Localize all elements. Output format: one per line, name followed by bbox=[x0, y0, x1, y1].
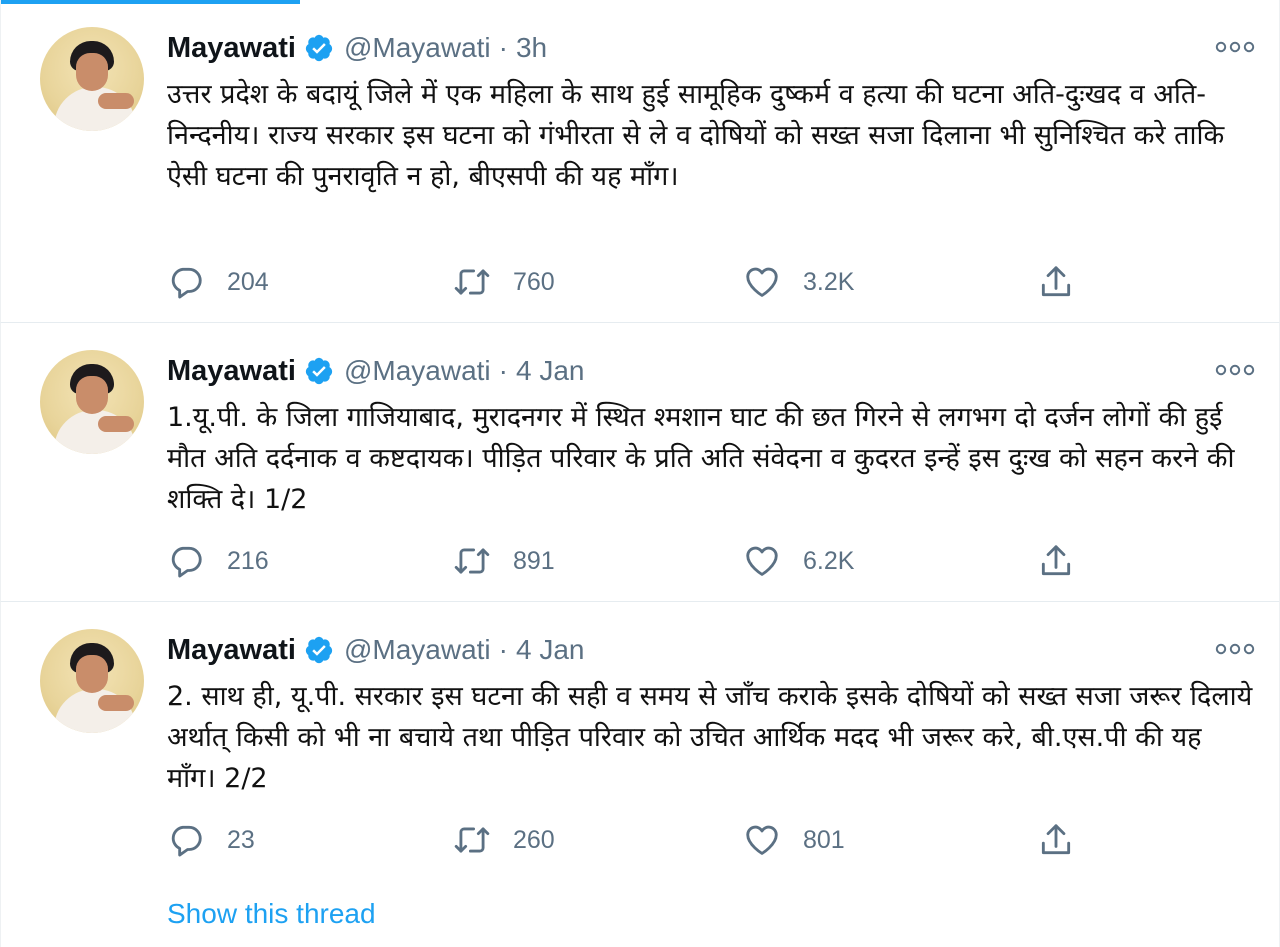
share-icon bbox=[1041, 824, 1071, 855]
tweet-actions: 216 891 6.2K bbox=[167, 541, 1087, 581]
like-button[interactable]: 3.2K bbox=[743, 262, 854, 302]
tweet-feed: Mayawati @Mayawati · 3h उत्तर प्रदेश के … bbox=[0, 0, 1280, 947]
tweet[interactable]: Mayawati @Mayawati · 3h उत्तर प्रदेश के … bbox=[0, 0, 1280, 323]
reply-icon bbox=[171, 546, 202, 578]
avatar[interactable] bbox=[40, 350, 144, 454]
retweet-button[interactable]: 760 bbox=[453, 262, 555, 302]
heart-icon bbox=[746, 546, 778, 576]
like-count: 801 bbox=[803, 825, 845, 854]
tweet-timestamp[interactable]: 3h bbox=[516, 32, 547, 64]
retweet-count: 260 bbox=[513, 825, 555, 854]
retweet-count: 891 bbox=[513, 546, 555, 575]
more-options-icon[interactable] bbox=[1215, 363, 1255, 377]
separator-dot: · bbox=[498, 634, 508, 665]
reply-icon bbox=[171, 267, 202, 299]
reply-count: 204 bbox=[227, 267, 269, 296]
avatar[interactable] bbox=[40, 629, 144, 733]
author-handle[interactable]: @Mayawati bbox=[344, 634, 491, 666]
author-name[interactable]: Mayawati bbox=[167, 355, 296, 388]
reply-button[interactable]: 216 bbox=[167, 541, 269, 581]
share-button[interactable] bbox=[1037, 820, 1075, 860]
share-icon bbox=[1041, 545, 1071, 576]
author-name[interactable]: Mayawati bbox=[167, 634, 296, 667]
tweet-header: Mayawati @Mayawati · 4 Jan bbox=[167, 632, 584, 668]
retweet-icon bbox=[454, 827, 490, 853]
tweet-actions: 204 760 3.2K bbox=[167, 262, 1087, 302]
tweet-header: Mayawati @Mayawati · 3h bbox=[167, 30, 547, 66]
author-handle[interactable]: @Mayawati bbox=[344, 32, 491, 64]
tweet-actions: 23 260 801 bbox=[167, 820, 1087, 860]
retweet-icon bbox=[454, 548, 490, 574]
like-count: 6.2K bbox=[803, 546, 855, 575]
reply-count: 216 bbox=[227, 546, 269, 575]
tweet-timestamp[interactable]: 4 Jan bbox=[516, 355, 585, 387]
tweet-text: 1.यू.पी. के जिला गाजियाबाद, मुरादनगर में… bbox=[167, 402, 1235, 515]
share-button[interactable] bbox=[1037, 541, 1075, 581]
reply-button[interactable]: 23 bbox=[167, 820, 255, 860]
author-handle[interactable]: @Mayawati bbox=[344, 355, 491, 387]
retweet-button[interactable]: 891 bbox=[453, 541, 555, 581]
reply-icon bbox=[171, 825, 202, 857]
tweet[interactable]: Mayawati @Mayawati · 4 Jan 2. साथ ही, यू… bbox=[0, 602, 1280, 947]
avatar[interactable] bbox=[40, 27, 144, 131]
more-options-icon[interactable] bbox=[1215, 642, 1255, 656]
like-button[interactable]: 801 bbox=[743, 820, 845, 860]
tweet-text: 2. साथ ही, यू.पी. सरकार इस घटना की सही व… bbox=[167, 681, 1253, 794]
retweet-icon bbox=[454, 269, 490, 295]
heart-icon bbox=[746, 267, 778, 297]
verified-badge-icon bbox=[305, 357, 333, 385]
reply-button[interactable]: 204 bbox=[167, 262, 269, 302]
like-count: 3.2K bbox=[803, 267, 855, 296]
tweet-header: Mayawati @Mayawati · 4 Jan bbox=[167, 353, 584, 389]
more-options-icon[interactable] bbox=[1215, 40, 1255, 54]
reply-count: 23 bbox=[227, 825, 255, 854]
share-button[interactable] bbox=[1037, 262, 1075, 302]
tweet-text: उत्तर प्रदेश के बदायूं जिले में एक महिला… bbox=[167, 79, 1225, 192]
retweet-button[interactable]: 260 bbox=[453, 820, 555, 860]
separator-dot: · bbox=[498, 32, 508, 63]
like-button[interactable]: 6.2K bbox=[743, 541, 854, 581]
tweet[interactable]: Mayawati @Mayawati · 4 Jan 1.यू.पी. के ज… bbox=[0, 323, 1280, 602]
show-thread-link[interactable]: Show this thread bbox=[167, 898, 376, 930]
separator-dot: · bbox=[498, 355, 508, 386]
heart-icon bbox=[746, 825, 778, 855]
retweet-count: 760 bbox=[513, 267, 555, 296]
verified-badge-icon bbox=[305, 636, 333, 664]
verified-badge-icon bbox=[305, 34, 333, 62]
author-name[interactable]: Mayawati bbox=[167, 32, 296, 65]
share-icon bbox=[1041, 266, 1071, 297]
tweet-timestamp[interactable]: 4 Jan bbox=[516, 634, 585, 666]
